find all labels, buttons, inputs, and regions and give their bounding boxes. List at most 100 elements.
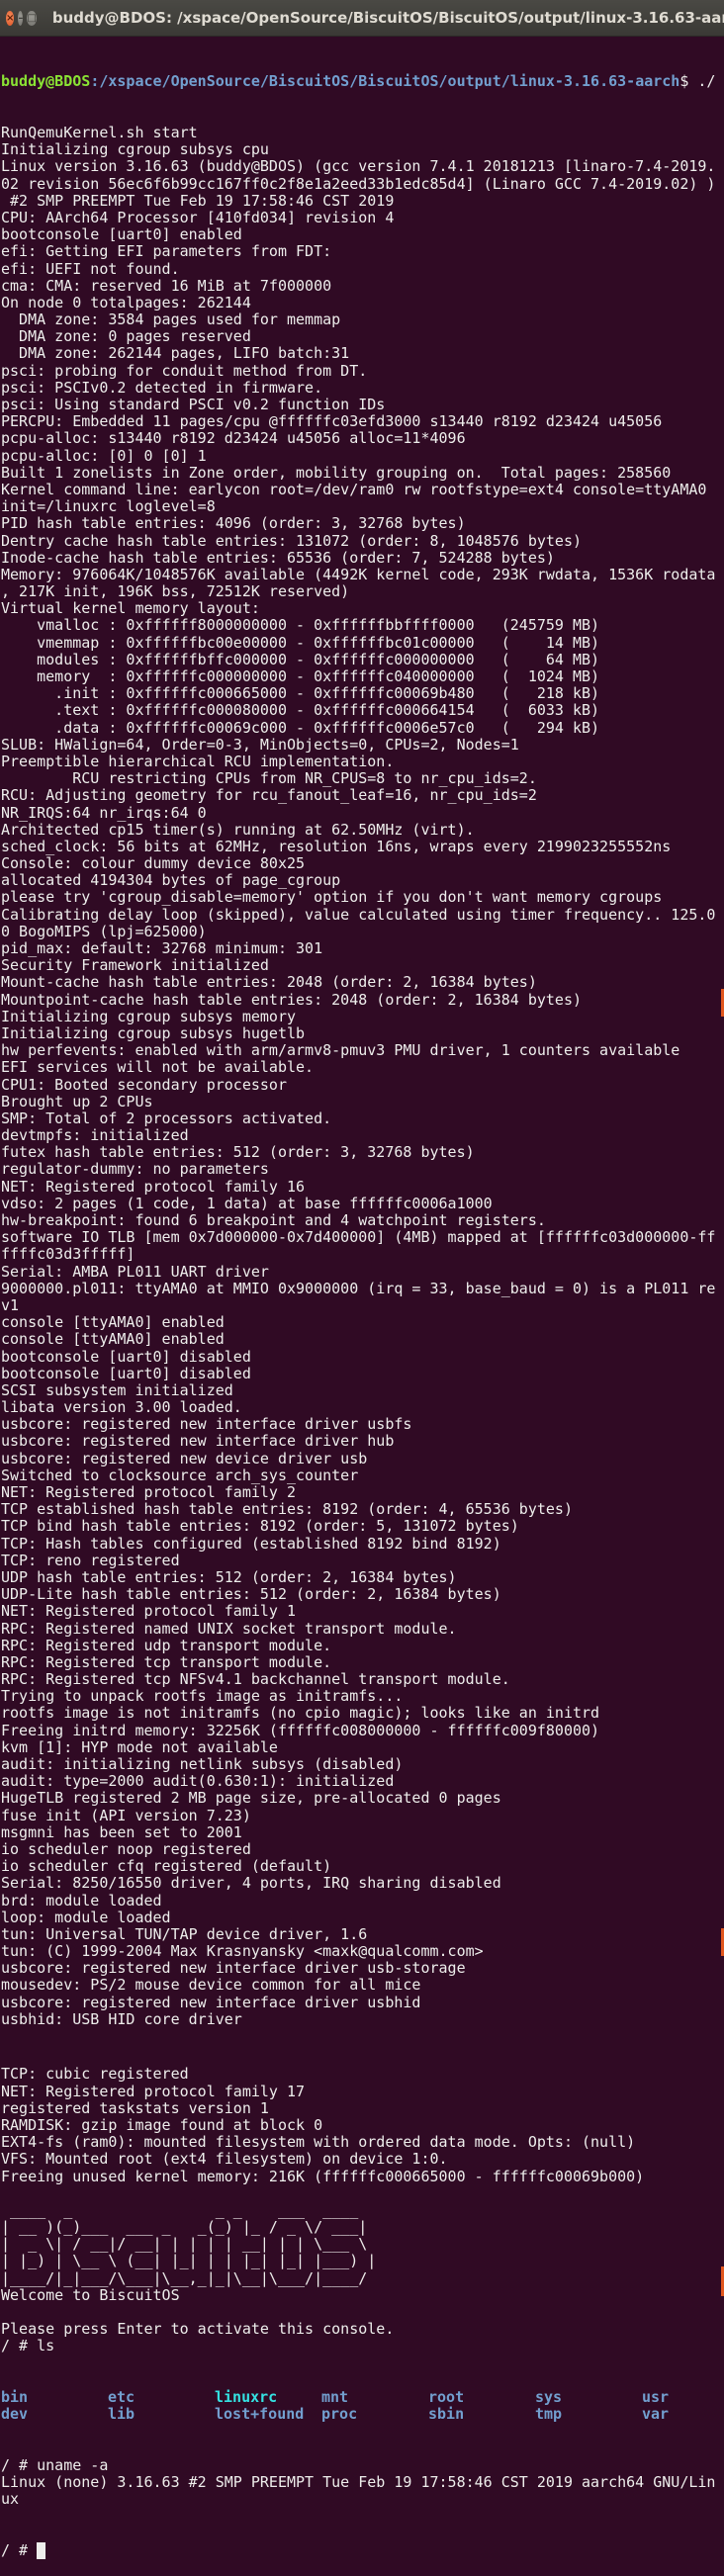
ls-directory-entry: usr [642,2388,670,2406]
text-cursor [37,2541,46,2559]
log-line: usbcore: registered new interface driver… [1,1415,412,1434]
log-line: vmalloc : 0xffffff8000000000 - 0xffffffb… [1,616,600,635]
maximize-window-button[interactable]: □ [27,10,37,26]
log-line: Initializing cgroup subsys memory [1,1007,297,1025]
log-line: RPC: Registered udp transport module. [1,1636,332,1654]
log-line: memory : 0xffffffc000000000 - 0xffffffc0… [1,667,600,685]
log-line: psci: Using standard PSCI v0.2 function … [1,396,386,413]
log-line: NR_IRQS:64 nr_irqs:64 0 [1,803,207,822]
prompt-path: :/xspace/OpenSource/BiscuitOS/BiscuitOS/… [90,72,680,91]
terminal-output[interactable]: buddy@BDOS:/xspace/OpenSource/BiscuitOS/… [0,37,724,2576]
log-line: pcpu-alloc: s13440 r8192 d23424 u45056 a… [1,429,466,448]
log-line: Linux (none) 3.16.63 #2 SMP PREEMPT Tue … [1,2472,716,2491]
prompt-command: $ ./ [679,72,716,91]
boot-log-tail: TCP: cubic registered NET: Registered pro… [1,2066,724,2354]
log-line: TCP: reno registered [1,1551,180,1569]
log-line: EXT4-fs (ram0): mounted filesystem with … [1,2133,636,2152]
ls-directory-entry: lib [108,2405,136,2424]
log-line: , 217K init, 196K bss, 72512K reserved) [1,582,350,601]
log-line: | |_) | \__ \ (__| |_| | | |_| |_| |___)… [1,2252,377,2270]
log-line: kvm [1]: HYP mode not available [1,1737,278,1756]
ls-directory-entry: root [428,2388,465,2406]
log-line: audit: type=2000 audit(0.630:1): initial… [1,1772,395,1791]
log-line: Trying to unpack rootfs image as initram… [1,1687,404,1706]
log-line: sched_clock: 56 bits at 62MHz, resolutio… [1,837,672,855]
log-line: 02 revision 56ec6f6b99cc167ff0c2f8e1a2ee… [1,174,716,193]
log-line: console [ttyAMA0] enabled [1,1330,225,1349]
log-line: TCP established hash table entries: 8192… [1,1500,573,1519]
final-prompt: / # [1,2540,38,2559]
log-line: msgmni has been set to 2001 [1,1822,242,1841]
close-icon: × [6,12,15,24]
log-line: RPC: Registered named UNIX socket transp… [1,1619,457,1638]
log-line: DMA zone: 3584 pages used for memmap [1,311,341,329]
log-line: RPC: Registered tcp transport module. [1,1652,332,1671]
log-line: NET: Registered protocol family 16 [1,1177,306,1196]
log-line: HugeTLB registered 2 MB page size, pre-a… [1,1789,501,1808]
log-line: RCU restricting CPUs from NR_CPUS=8 to n… [1,769,537,788]
log-line: Memory: 976064K/1048576K available (4492… [1,565,716,583]
log-line: NET: Registered protocol family 17 [1,2082,306,2100]
prompt-user: buddy@BDOS [1,72,91,91]
log-line: efi: UEFI not found. [1,259,180,278]
log-line: regulator-dummy: no parameters [1,1160,269,1179]
log-line: Initializing cgroup subsys hugetlb [1,1023,306,1042]
log-line: Brought up 2 CPUs [1,1092,153,1110]
log-line: Calibrating delay loop (skipped), value … [1,905,716,924]
ls-directory-entry: dev [1,2405,29,2424]
log-line: brd: module loaded [1,1891,162,1910]
log-line: futex hash table entries: 512 (order: 3,… [1,1143,475,1162]
minimize-window-button[interactable]: – [18,10,24,26]
log-line: RunQemuKernel.sh start [1,124,198,141]
log-line: audit: initializing netlink subsys (disa… [1,1755,404,1773]
final-prompt-line[interactable]: / # [1,2540,724,2559]
log-line: RAMDISK: gzip image found at block 0 [1,2115,323,2134]
log-line: bootconsole [uart0] disabled [1,1364,251,1382]
log-line: NET: Registered protocol family 2 [1,1483,297,1501]
close-window-button[interactable]: × [6,10,15,26]
log-line: Built 1 zonelists in Zone order, mobilit… [1,463,672,482]
log-line: Freeing initrd memory: 32256K (ffffffc00… [1,1721,600,1739]
ls-directory-entry: bin [1,2388,29,2406]
log-line: loop: module loaded [1,1908,171,1926]
log-line: hw perfevents: enabled with arm/armv8-pm… [1,1041,680,1060]
log-line: / # ls [1,2337,55,2355]
log-line: / # uname -a [1,2455,109,2474]
log-line: usbcore: registered new interface driver… [1,1993,421,2011]
log-line: tun: (C) 1999-2004 Max Krasnyansky <maxk… [1,1942,484,1961]
log-line: Kernel command line: earlycon root=/dev/… [1,480,707,498]
log-line: vmemmap : 0xffffffbc00e00000 - 0xffffffb… [1,633,600,652]
log-line: modules : 0xffffffbffc000000 - 0xffffffc… [1,650,600,668]
log-line: allocated 4194304 bytes of page_cgroup [1,871,341,890]
log-line: usbhid: USB HID core driver [1,2009,242,2028]
ls-directory-entry: tmp [535,2405,563,2424]
log-line: console [ttyAMA0] enabled [1,1313,225,1332]
maximize-icon: □ [27,12,37,24]
log-line: 9000000.pl011: ttyAMA0 at MMIO 0x9000000… [1,1279,716,1297]
log-line: UDP hash table entries: 512 (order: 2, 1… [1,1567,457,1586]
log-line: ux [1,2490,20,2509]
log-line: TCP: cubic registered [1,2065,189,2084]
ls-row: dev lib lost+found proc sbin tmp var [1,2405,724,2424]
log-line: pcpu-alloc: [0] 0 [0] 1 [1,446,207,465]
log-line: init=/linuxrc loglevel=8 [1,497,216,516]
log-line: DMA zone: 262144 pages, LIFO batch:31 [1,344,350,363]
uname-output: / # uname -a Linux (none) 3.16.63 #2 SMP … [1,2455,724,2509]
window-titlebar[interactable]: × – □ buddy@BDOS: /xspace/OpenSource/Bis… [0,0,724,37]
ls-directory-entry: etc [108,2388,136,2406]
log-line: SLUB: HWalign=64, Order=0-3, MinObjects=… [1,735,519,754]
log-line: Serial: AMBA PL011 UART driver [1,1262,269,1281]
log-line: Switched to clocksource arch_sys_counter [1,1466,359,1484]
log-line: .text : 0xffffffc000080000 - 0xffffffc00… [1,701,600,720]
ls-directory-entry: var [642,2405,670,2424]
log-line: Welcome to BiscuitOS [1,2285,180,2304]
log-line: devtmpfs: initialized [1,1126,189,1145]
ls-directory-entry: sys [535,2388,563,2406]
log-line: 0 BogoMIPS (lpj=625000) [1,922,207,940]
log-line: cma: CMA: reserved 16 MiB at 7f000000 [1,276,332,295]
ls-output: bin etc linuxrc mnt root sys usr dev lib lost+fou… [1,2388,724,2424]
window-title: buddy@BDOS: /xspace/OpenSource/BiscuitOS… [51,9,724,27]
log-line: Mount-cache hash table entries: 2048 (or… [1,973,537,992]
ls-directory-entry: proc [321,2405,358,2424]
log-line: #2 SMP PREEMPT Tue Feb 19 17:58:46 CST 2… [1,191,395,210]
